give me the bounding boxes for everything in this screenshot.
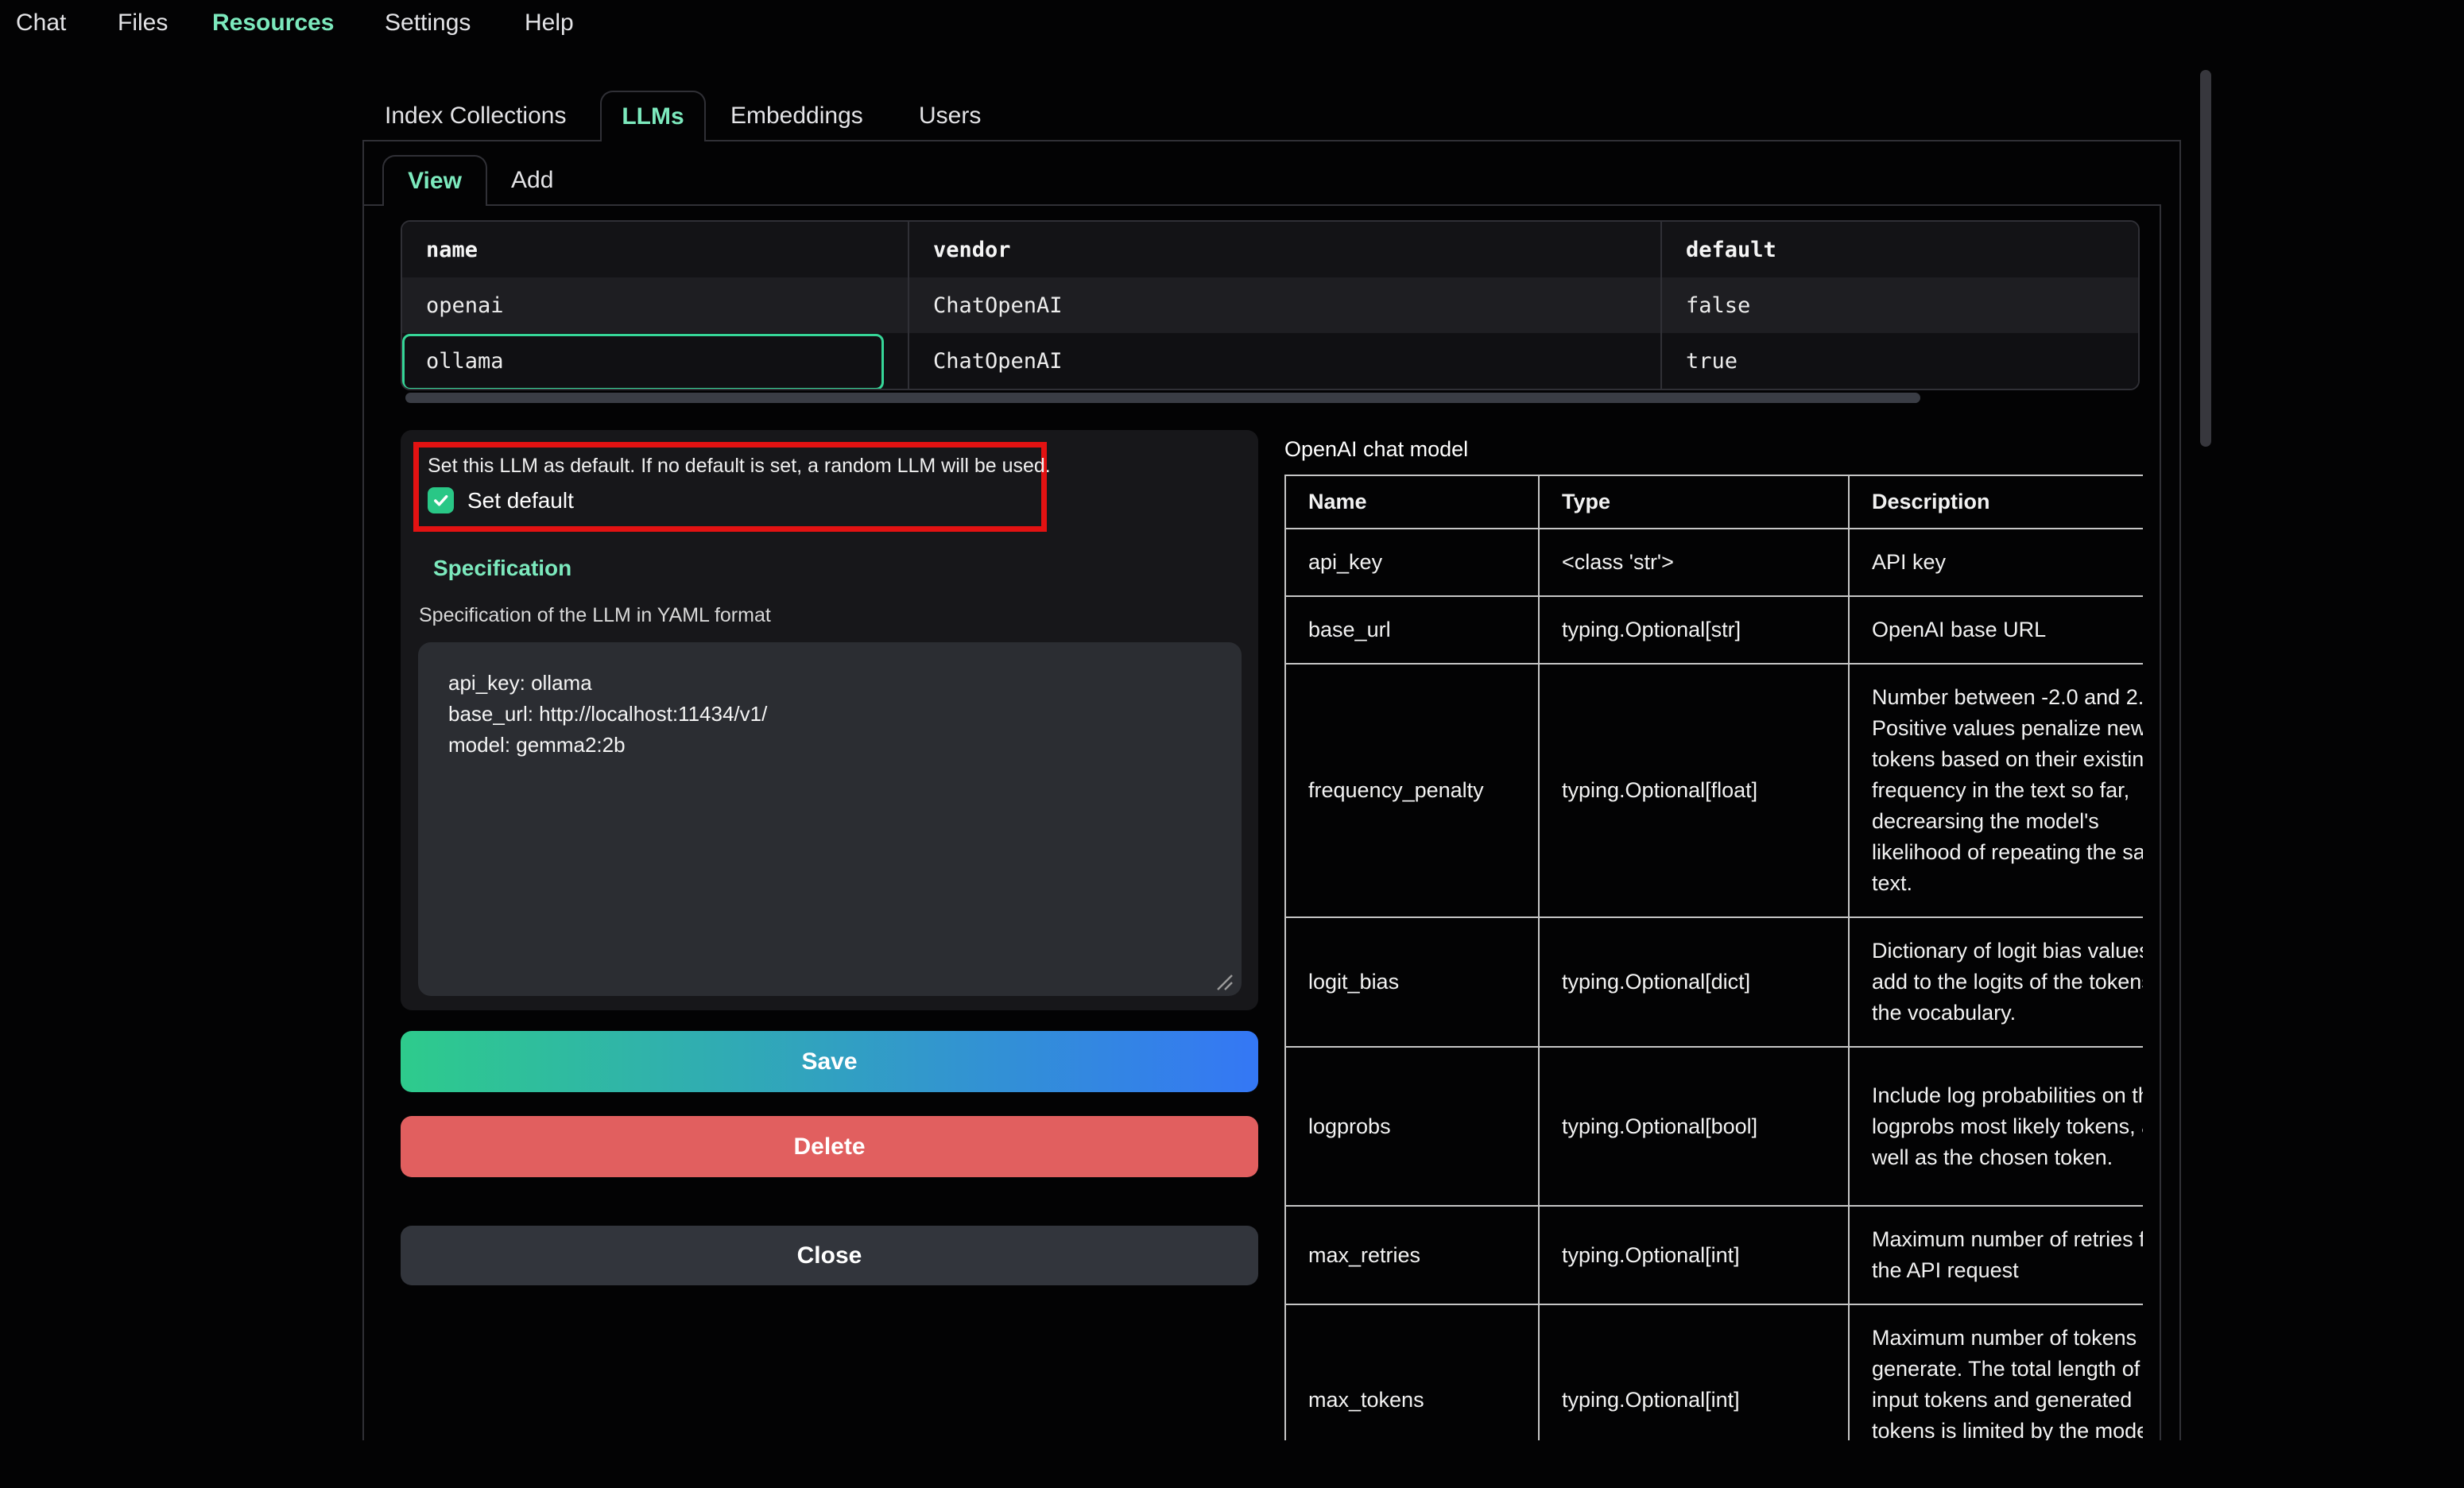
nav-item-chat[interactable]: Chat — [16, 10, 66, 37]
model-info-row-api-key: api_key<class 'str'>API key — [1285, 529, 2143, 596]
set-default-checkbox-row[interactable]: Set default — [428, 487, 574, 513]
model-info-max-tokens-name: max_tokens — [1285, 1304, 1539, 1440]
llm-cell-openai-default[interactable]: false — [1661, 277, 2140, 333]
delete-button[interactable]: Delete — [401, 1116, 1258, 1177]
model-info-base-url-description: OpenAI base URL — [1849, 596, 2143, 664]
model-info-logit-bias-description: Dictionary of logit bias values to add t… — [1849, 917, 2143, 1047]
llm-row-ollama[interactable]: ollamaChatOpenAItrue — [402, 333, 2140, 389]
model-info-base-url-name: base_url — [1285, 596, 1539, 664]
annotation-red-box: Set this LLM as default. If no default i… — [413, 442, 1047, 532]
app-root: Chat Files Resources Settings Help Index Col… — [0, 0, 2464, 1488]
nav-item-settings[interactable]: Settings — [385, 10, 471, 37]
model-info-col-type: Type — [1539, 475, 1849, 529]
model-info-max-retries-description: Maximum number of retries for the API re… — [1849, 1206, 2143, 1304]
model-info-logit-bias-name: logit_bias — [1285, 917, 1539, 1047]
model-info-base-url-type: typing.Optional[str] — [1539, 596, 1849, 664]
model-info-row-logit-bias: logit_biastyping.Optional[dict]Dictionar… — [1285, 917, 2143, 1047]
model-info-row-max-tokens: max_tokenstyping.Optional[int]Maximum nu… — [1285, 1304, 2143, 1440]
set-default-label[interactable]: Set default — [467, 488, 574, 513]
llm-col-vendor: vendor — [909, 222, 1661, 277]
model-info-api-key-type: <class 'str'> — [1539, 529, 1849, 596]
specification-heading: Specification — [433, 556, 571, 581]
model-info-max-retries-name: max_retries — [1285, 1206, 1539, 1304]
model-info-table: NameTypeDescriptionapi_key<class 'str'>A… — [1284, 475, 2143, 1440]
tab-llms[interactable]: LLMs — [600, 91, 706, 141]
model-info-logprobs-description: Include log probabilities on the logprob… — [1849, 1047, 2143, 1206]
yaml-editor[interactable]: api_key: ollama base_url: http://localho… — [418, 642, 1242, 996]
resize-grip-icon[interactable] — [1211, 969, 1234, 991]
model-info-api-key-name: api_key — [1285, 529, 1539, 596]
model-info-col-description: Description — [1849, 475, 2143, 529]
model-info-col-name: Name — [1285, 475, 1539, 529]
model-info-title: OpenAI chat model — [1284, 437, 1468, 462]
save-button[interactable]: Save — [401, 1031, 1258, 1092]
llm-col-name: name — [402, 222, 909, 277]
inner-panel-top-border — [362, 204, 2160, 206]
model-info-logprobs-type: typing.Optional[bool] — [1539, 1047, 1849, 1206]
model-info-frequency-penalty-type: typing.Optional[float] — [1539, 664, 1849, 917]
subtab-view[interactable]: View — [382, 155, 487, 206]
llm-table: namevendordefaultopenaiChatOpenAIfalseol… — [401, 220, 2140, 390]
checkmark-icon — [432, 491, 450, 510]
model-info-logprobs-name: logprobs — [1285, 1047, 1539, 1206]
model-info-row-frequency-penalty: frequency_penaltytyping.Optional[float]N… — [1285, 664, 2143, 917]
specification-subtitle: Specification of the LLM in YAML format — [419, 604, 771, 627]
model-info-row-max-retries: max_retriestyping.Optional[int]Maximum n… — [1285, 1206, 2143, 1304]
llm-detail-card: Set this LLM as default. If no default i… — [401, 430, 1258, 1010]
tab-embeddings[interactable]: Embeddings — [730, 103, 863, 130]
outer-panel-right-border — [2179, 140, 2181, 1440]
default-note: Set this LLM as default. If no default i… — [428, 455, 1051, 478]
llm-col-default: default — [1661, 222, 2140, 277]
model-info-max-tokens-type: typing.Optional[int] — [1539, 1304, 1849, 1440]
outer-panel-left-border — [362, 140, 364, 1440]
inner-panel-right-border — [2160, 204, 2161, 1440]
model-info-max-tokens-description: Maximum number of tokens to generate. Th… — [1849, 1304, 2143, 1440]
nav-item-resources[interactable]: Resources — [212, 10, 334, 37]
tab-users[interactable]: Users — [919, 103, 981, 130]
nav-item-help[interactable]: Help — [525, 10, 574, 37]
set-default-checkbox[interactable] — [428, 487, 454, 513]
llm-table-header: namevendordefault — [402, 222, 2140, 277]
llm-cell-openai-name[interactable]: openai — [402, 277, 909, 333]
model-info-frequency-penalty-description: Number between -2.0 and 2.0. Positive va… — [1849, 664, 2143, 917]
vertical-scrollbar[interactable] — [2200, 70, 2211, 447]
llm-cell-ollama-default[interactable]: true — [1661, 333, 2140, 389]
subtab-add[interactable]: Add — [511, 167, 553, 194]
model-info-header: NameTypeDescription — [1285, 475, 2143, 529]
horizontal-scrollbar[interactable] — [405, 393, 1920, 403]
model-info-row-base-url: base_urltyping.Optional[str]OpenAI base … — [1285, 596, 2143, 664]
llm-cell-openai-vendor[interactable]: ChatOpenAI — [909, 277, 1661, 333]
model-info-row-logprobs: logprobstyping.Optional[bool]Include log… — [1285, 1047, 2143, 1206]
model-info-frequency-penalty-name: frequency_penalty — [1285, 664, 1539, 917]
nav-item-files[interactable]: Files — [118, 10, 168, 37]
model-info-max-retries-type: typing.Optional[int] — [1539, 1206, 1849, 1304]
llm-cell-ollama-vendor[interactable]: ChatOpenAI — [909, 333, 1661, 389]
model-info-api-key-description: API key — [1849, 529, 2143, 596]
close-button[interactable]: Close — [401, 1226, 1258, 1285]
llm-cell-ollama-name[interactable]: ollama — [402, 333, 909, 389]
model-info-logit-bias-type: typing.Optional[dict] — [1539, 917, 1849, 1047]
llm-row-openai[interactable]: openaiChatOpenAIfalse — [402, 277, 2140, 333]
tab-index-collections[interactable]: Index Collections — [385, 103, 566, 130]
